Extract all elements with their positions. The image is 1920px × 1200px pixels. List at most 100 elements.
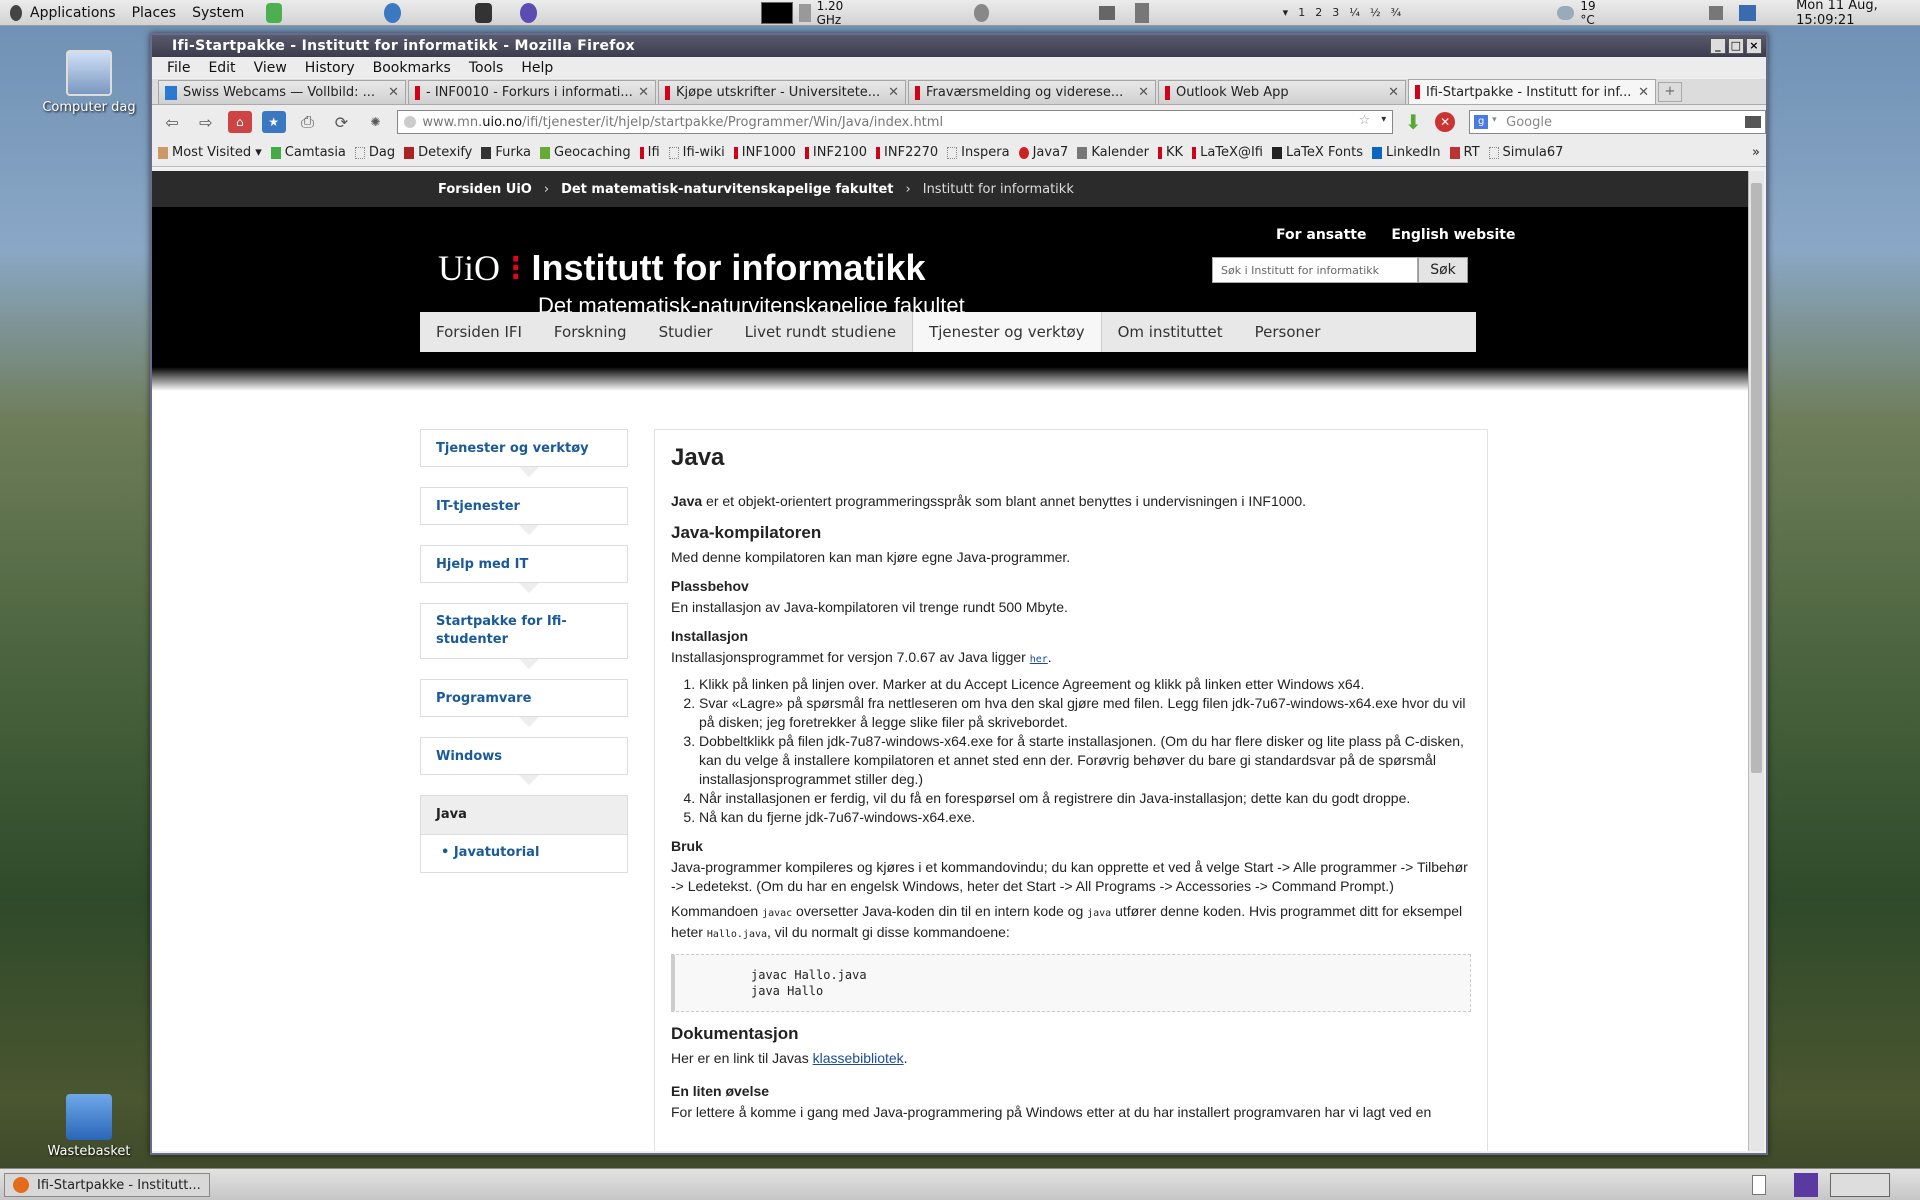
binoculars-icon[interactable] bbox=[1745, 116, 1762, 128]
weather-icon[interactable] bbox=[1557, 5, 1575, 20]
close-tab-icon[interactable]: ✕ bbox=[1138, 85, 1149, 100]
tab-outlook[interactable]: Outlook Web App ✕ bbox=[1158, 80, 1406, 104]
close-tab-icon[interactable]: ✕ bbox=[638, 85, 649, 100]
sidebar-subitem-javatutorial[interactable]: • Javatutorial bbox=[420, 835, 628, 873]
globe-icon[interactable] bbox=[383, 2, 401, 23]
scrollbar-thumb[interactable] bbox=[1751, 183, 1762, 773]
places-menu[interactable]: Places bbox=[124, 5, 185, 21]
desktop-icon-wastebasket[interactable]: Wastebasket bbox=[34, 1094, 144, 1159]
sidebar-item-startpakke[interactable]: Startpakke for Ifi-studenter bbox=[420, 603, 628, 669]
close-tab-icon[interactable]: ✕ bbox=[388, 85, 399, 100]
workspace-3[interactable]: 3 bbox=[1332, 6, 1339, 19]
download-arrow-icon[interactable]: ⬇ bbox=[1401, 110, 1425, 134]
window-titlebar[interactable]: Ifi-Startpakke - Institutt for informati… bbox=[152, 35, 1766, 57]
bookmark-ifi-wiki[interactable]: Ifi-wiki bbox=[668, 145, 725, 160]
workspace-pager[interactable] bbox=[1830, 1173, 1890, 1197]
bookmark-dag[interactable]: Dag bbox=[354, 145, 395, 160]
site-logo[interactable]: UiO ⁝ Institutt for informatikk bbox=[438, 247, 925, 289]
nav-om-instituttet[interactable]: Om instituttet bbox=[1102, 312, 1239, 352]
search-box[interactable]: g ▾ Google bbox=[1469, 110, 1767, 134]
bookmark-kk[interactable]: KK bbox=[1158, 145, 1183, 160]
url-dropdown-icon[interactable]: ▾ bbox=[1381, 114, 1386, 125]
bookmark-simula67[interactable]: Simula67 bbox=[1488, 145, 1563, 160]
bookmark-most-visited[interactable]: Most Visited ▾ bbox=[158, 145, 262, 160]
link-english-website[interactable]: English website bbox=[1391, 227, 1515, 243]
close-tab-icon[interactable]: ✕ bbox=[1388, 85, 1399, 100]
maximize-button[interactable]: □ bbox=[1728, 38, 1744, 54]
bookmark-detexify[interactable]: Detexify bbox=[404, 145, 472, 160]
bookmark-java7[interactable]: Java7 bbox=[1018, 145, 1068, 160]
close-window-button[interactable]: × bbox=[1746, 38, 1762, 54]
volume-icon[interactable] bbox=[1709, 5, 1723, 20]
menu-view[interactable]: View bbox=[245, 60, 296, 76]
show-desktop-icon[interactable] bbox=[1752, 1175, 1766, 1195]
bookmark-kalender[interactable]: Kalender bbox=[1077, 145, 1149, 160]
google-logo-icon[interactable]: g bbox=[1474, 115, 1489, 129]
bookmark-page-star-icon[interactable]: ☆ bbox=[1359, 113, 1371, 128]
sidebar-item-it-tjenester[interactable]: IT-tjenester bbox=[420, 487, 628, 535]
camera-icon[interactable] bbox=[1099, 5, 1115, 20]
minimize-button[interactable]: _ bbox=[1710, 38, 1726, 54]
bookmark-latex-fonts[interactable]: LaTeX Fonts bbox=[1271, 145, 1363, 160]
firefox-launcher-icon[interactable] bbox=[1794, 1173, 1818, 1197]
menu-history[interactable]: History bbox=[296, 60, 364, 76]
workspace-4[interactable]: ¼ bbox=[1349, 6, 1360, 19]
bookmark-ifi[interactable]: Ifi bbox=[639, 145, 660, 160]
nav-forskning[interactable]: Forskning bbox=[538, 312, 643, 352]
workspace-2[interactable]: 2 bbox=[1315, 6, 1322, 19]
bookmark-latex-ifi[interactable]: LaTeX@Ifi bbox=[1192, 145, 1263, 160]
tab-fravaersmelding[interactable]: Fraværsmelding og viderese... ✕ bbox=[908, 80, 1156, 104]
network-icon[interactable] bbox=[1738, 4, 1757, 21]
tab-kjope-utskrifter[interactable]: Kjøpe utskrifter - Universitete... ✕ bbox=[658, 80, 906, 104]
bookmark-camtasia[interactable]: Camtasia bbox=[270, 145, 346, 160]
reload-icon[interactable]: ⟳ bbox=[330, 111, 354, 133]
link-her[interactable]: her bbox=[1030, 654, 1048, 665]
sidebar-item-programvare[interactable]: Programvare bbox=[420, 679, 628, 727]
bookmark-linkedin[interactable]: LinkedIn bbox=[1372, 145, 1441, 160]
terminal-icon[interactable] bbox=[474, 2, 493, 23]
nav-studier[interactable]: Studier bbox=[643, 312, 729, 352]
tab-inf0010[interactable]: - INF0010 - Forkurs i informati... ✕ bbox=[408, 80, 656, 104]
bookmark-star-icon[interactable]: ★ bbox=[261, 111, 286, 133]
bookmark-geocaching[interactable]: Geocaching bbox=[540, 145, 631, 160]
taskbar-window-button[interactable]: Ifi-Startpakke - Institutt... bbox=[4, 1173, 210, 1197]
breadcrumb-forsiden-uio[interactable]: Forsiden UiO bbox=[438, 182, 532, 197]
breadcrumb-mn-fakultet[interactable]: Det matematisk-naturvitenskapelige fakul… bbox=[561, 182, 893, 197]
workspace-dropdown-icon[interactable]: ▾ bbox=[1283, 6, 1289, 19]
runner-icon[interactable] bbox=[266, 2, 282, 23]
stop-icon[interactable]: ✕ bbox=[1435, 112, 1456, 132]
new-tab-button[interactable]: + bbox=[1658, 82, 1682, 102]
site-search-button[interactable]: Søk bbox=[1418, 257, 1468, 283]
workspace-5[interactable]: ½ bbox=[1370, 6, 1381, 19]
tab-ifi-startpakke[interactable]: Ifi-Startpakke - Institutt for inf... ✕ bbox=[1408, 79, 1656, 104]
workspace-1[interactable]: 1 bbox=[1298, 6, 1305, 19]
site-search-input[interactable]: Søk i Institutt for informatikk bbox=[1212, 257, 1418, 283]
page-scrollbar[interactable] bbox=[1748, 171, 1764, 1151]
link-for-ansatte[interactable]: For ansatte bbox=[1276, 227, 1366, 243]
eclipse-icon[interactable] bbox=[520, 2, 538, 23]
menu-tools[interactable]: Tools bbox=[460, 60, 513, 76]
system-menu[interactable]: System bbox=[184, 5, 252, 21]
nav-tjenester-og-verktoy[interactable]: Tjenester og verktøy bbox=[912, 312, 1102, 352]
sidebar-item-windows[interactable]: Windows bbox=[420, 737, 628, 785]
desktop-icon-computer[interactable]: Computer dag bbox=[34, 50, 144, 115]
sidebar-item-tjenester[interactable]: Tjenester og verktøy bbox=[420, 429, 628, 477]
menu-edit[interactable]: Edit bbox=[199, 60, 244, 76]
bookmark-inspera[interactable]: Inspera bbox=[947, 145, 1010, 160]
sidebar-item-java[interactable]: Java bbox=[420, 795, 628, 835]
menu-bookmarks[interactable]: Bookmarks bbox=[364, 60, 460, 76]
sidebar-item-hjelp-med-it[interactable]: Hjelp med IT bbox=[420, 545, 628, 593]
clock[interactable]: Mon 11 Aug, 15:09:21 bbox=[1796, 0, 1920, 28]
menu-file[interactable]: File bbox=[158, 60, 199, 76]
home-icon[interactable]: ⌂ bbox=[227, 111, 252, 133]
forward-arrow-icon[interactable]: ⇨ bbox=[194, 111, 218, 133]
menu-help[interactable]: Help bbox=[512, 60, 562, 76]
gnome-foot-icon[interactable] bbox=[10, 4, 23, 21]
close-tab-icon[interactable]: ✕ bbox=[1638, 85, 1649, 100]
applications-menu[interactable]: Applications bbox=[22, 5, 124, 21]
site-identity-icon[interactable] bbox=[404, 116, 417, 128]
print-icon[interactable]: ⎙ bbox=[296, 111, 320, 133]
search-engine-dropdown-icon[interactable]: ▾ bbox=[1492, 115, 1497, 125]
weather-temperature[interactable]: 19 °C bbox=[1580, 0, 1609, 27]
link-klassebibliotek[interactable]: klassebibliotek bbox=[813, 1050, 904, 1066]
